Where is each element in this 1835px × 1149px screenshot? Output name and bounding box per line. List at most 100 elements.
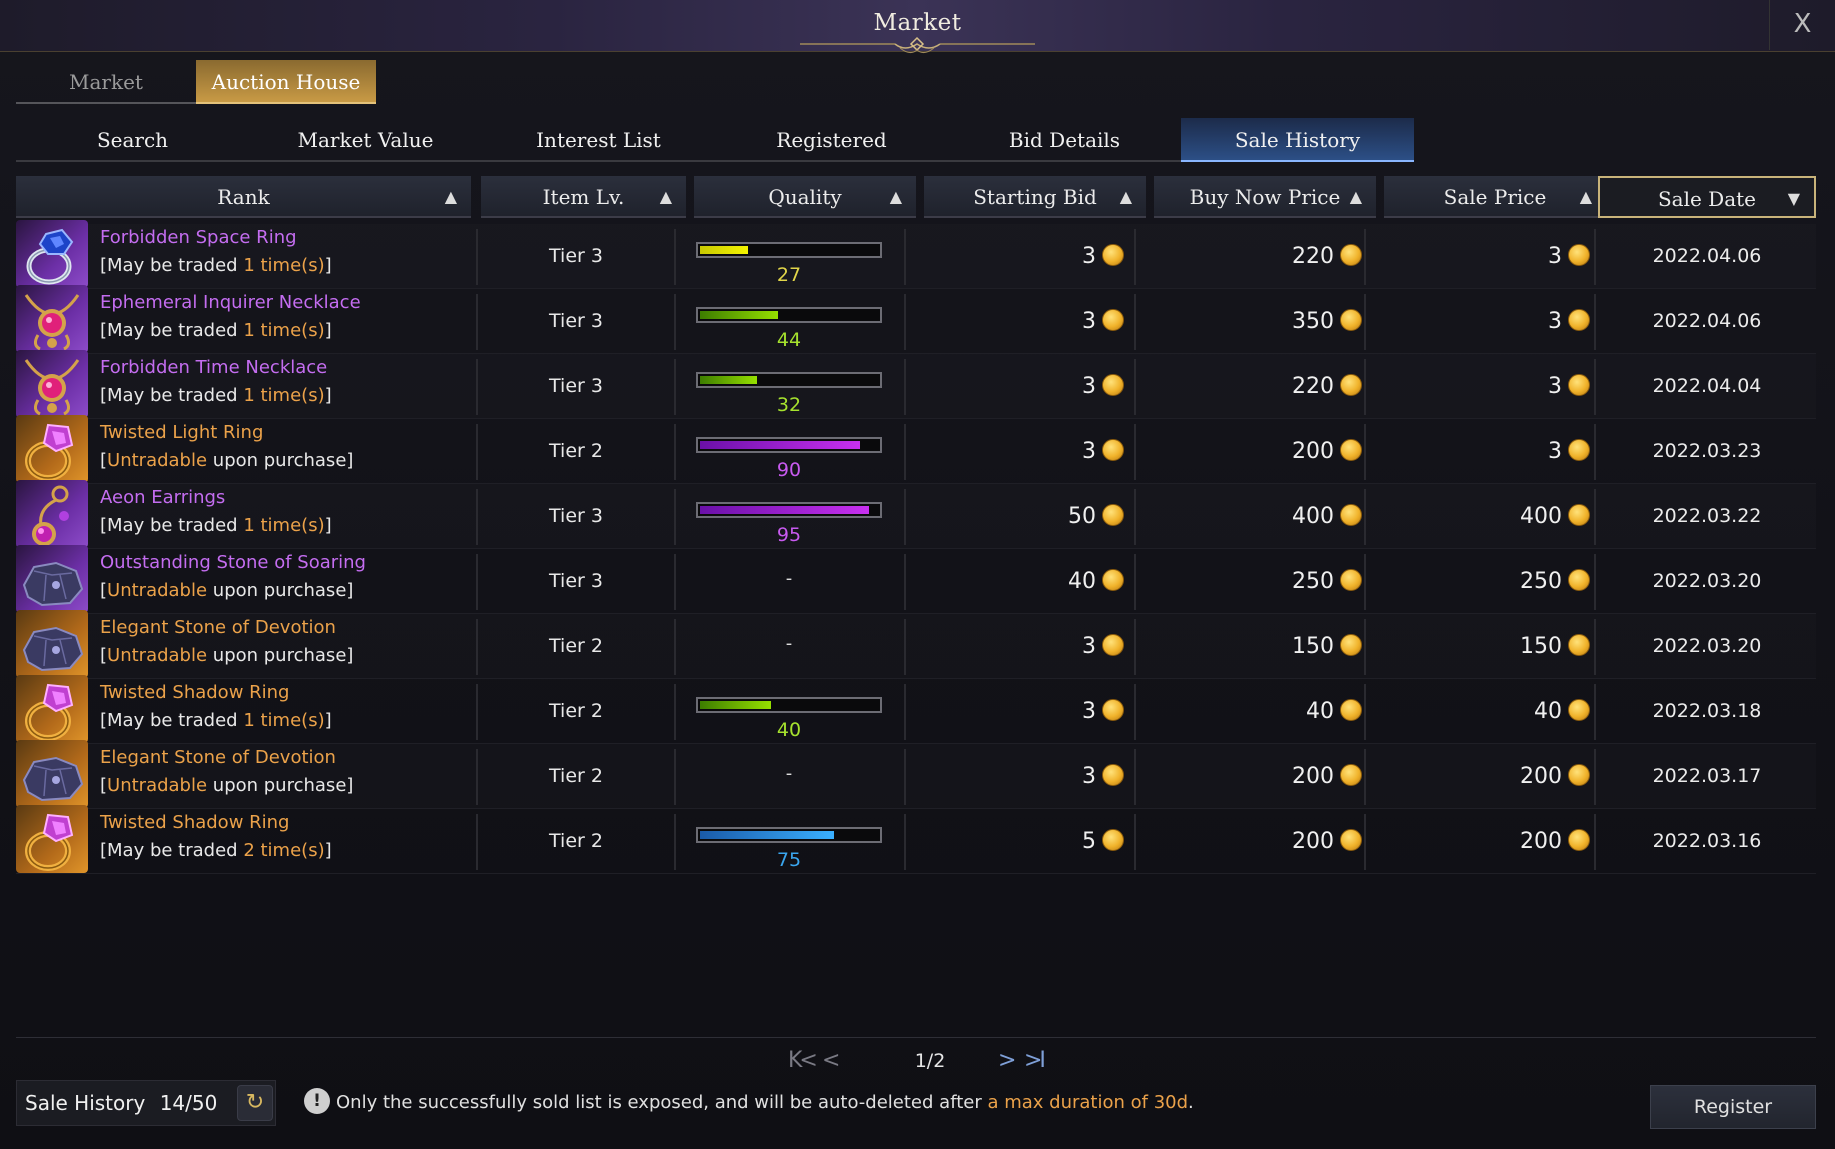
sale-price-value: 3 [1548, 439, 1562, 464]
title-ornament-icon [800, 36, 1035, 54]
trade-suffix: ] [324, 840, 332, 861]
starting-bid: 3 [924, 679, 1124, 744]
column-label: Sale Date [1657, 187, 1757, 211]
trade-suffix: ] [324, 515, 332, 536]
column-header-sale-price[interactable]: Sale Price ▲ [1384, 176, 1606, 218]
item-icon-frame[interactable] [16, 415, 88, 483]
column-header-item-level[interactable]: Item Lv. ▲ [481, 176, 686, 218]
gold-coin-icon [1102, 374, 1124, 396]
subtab-sale-history[interactable]: Sale History [1181, 118, 1414, 162]
item-icon-frame[interactable] [16, 285, 88, 353]
column-header-starting-bid[interactable]: Starting Bid ▲ [924, 176, 1146, 218]
table-row[interactable]: Forbidden Space Ring [May be traded 1 ti… [16, 220, 1816, 289]
sale-price: 250 [1384, 549, 1590, 614]
item-icon-frame[interactable] [16, 480, 88, 548]
item-info: Forbidden Space Ring [May be traded 1 ti… [100, 224, 480, 280]
subtab-interest-list[interactable]: Interest List [482, 118, 715, 162]
subtab-market-value[interactable]: Market Value [249, 118, 482, 162]
table-row[interactable]: Elegant Stone of Devotion [Untradable up… [16, 610, 1816, 679]
gold-coin-icon [1340, 309, 1362, 331]
gold-coin-icon [1568, 244, 1590, 266]
table-row[interactable]: Twisted Light Ring [Untradable upon purc… [16, 415, 1816, 484]
item-name[interactable]: Outstanding Stone of Soaring [100, 549, 480, 577]
column-header-sale-date[interactable]: Sale Date ▼ [1598, 176, 1816, 218]
quality-bar [696, 372, 882, 388]
table-row[interactable]: Aeon Earrings [May be traded 1 time(s)] … [16, 480, 1816, 549]
column-label: Quality [768, 185, 842, 209]
item-icon-frame[interactable] [16, 805, 88, 873]
subtab-bid-details[interactable]: Bid Details [948, 118, 1181, 162]
column-divider [476, 554, 478, 610]
column-label: Item Lv. [542, 185, 625, 209]
quality-value: 44 [776, 329, 802, 351]
trade-status: [Untradable upon purchase] [100, 772, 480, 800]
column-divider [1134, 359, 1136, 415]
item-name[interactable]: Ephemeral Inquirer Necklace [100, 289, 480, 317]
main-tabs: Market Auction House [16, 60, 376, 104]
column-divider [904, 229, 906, 285]
quality-cell: 44 [696, 307, 882, 357]
starting-bid-value: 5 [1082, 829, 1096, 854]
table-row[interactable]: Twisted Shadow Ring [May be traded 2 tim… [16, 805, 1816, 877]
table-row[interactable]: Ephemeral Inquirer Necklace [May be trad… [16, 285, 1816, 357]
column-divider [674, 359, 676, 415]
column-divider [1364, 294, 1366, 350]
item-icon-frame[interactable] [16, 350, 88, 418]
starting-bid: 5 [924, 809, 1124, 874]
item-name[interactable]: Forbidden Space Ring [100, 224, 480, 252]
column-divider [1594, 684, 1596, 740]
column-divider [674, 424, 676, 480]
column-divider [1134, 684, 1136, 740]
item-icon-frame[interactable] [16, 740, 88, 808]
quality-cell: 75 [696, 827, 882, 877]
subtab-registered[interactable]: Registered [715, 118, 948, 162]
column-header-rank[interactable]: Rank ▲ [16, 176, 471, 218]
refresh-button[interactable]: ↻ [237, 1085, 273, 1121]
subtab-search[interactable]: Search [16, 118, 249, 162]
item-icon-frame[interactable] [16, 220, 88, 288]
trade-suffix: ] [324, 255, 332, 276]
table-row[interactable]: Forbidden Time Necklace [May be traded 1… [16, 350, 1816, 419]
gold-coin-icon [1340, 829, 1362, 851]
next-page-button[interactable]: > [998, 1048, 1017, 1073]
gold-coin-icon [1102, 569, 1124, 591]
buy-now-value: 400 [1292, 504, 1334, 529]
item-info: Elegant Stone of Devotion [Untradable up… [100, 614, 480, 670]
item-icon-frame[interactable] [16, 610, 88, 678]
register-button[interactable]: Register [1650, 1085, 1816, 1129]
sale-price-value: 40 [1534, 699, 1562, 724]
item-info: Twisted Shadow Ring [May be traded 1 tim… [100, 679, 480, 735]
market-window: Market X Market Auction House Search Mar… [0, 0, 1835, 1149]
column-header-buy-now-price[interactable]: Buy Now Price ▲ [1154, 176, 1376, 218]
item-name[interactable]: Aeon Earrings [100, 484, 480, 512]
item-name[interactable]: Twisted Shadow Ring [100, 809, 480, 837]
table-row[interactable]: Outstanding Stone of Soaring [Untradable… [16, 545, 1816, 614]
table-row[interactable]: Twisted Shadow Ring [May be traded 1 tim… [16, 675, 1816, 744]
history-label: Sale History [25, 1091, 146, 1115]
starting-bid-value: 3 [1082, 309, 1096, 334]
gold-coin-icon [1102, 634, 1124, 656]
item-icon-frame[interactable] [16, 545, 88, 613]
close-button[interactable]: X [1769, 0, 1835, 50]
column-divider [476, 229, 478, 285]
item-name[interactable]: Forbidden Time Necklace [100, 354, 480, 382]
last-page-button[interactable]: >I [1024, 1048, 1046, 1073]
item-name[interactable]: Twisted Light Ring [100, 419, 480, 447]
prev-page-button[interactable]: < [822, 1048, 841, 1073]
item-name[interactable]: Elegant Stone of Devotion [100, 744, 480, 772]
sale-price: 400 [1384, 484, 1590, 549]
tab-market[interactable]: Market [16, 60, 196, 104]
column-divider [674, 684, 676, 740]
column-header-quality[interactable]: Quality ▲ [694, 176, 916, 218]
trade-status: [Untradable upon purchase] [100, 577, 480, 605]
gold-coin-icon [1102, 699, 1124, 721]
tab-auction-house[interactable]: Auction House [196, 60, 376, 104]
first-page-button[interactable]: K< [788, 1048, 818, 1073]
table-row[interactable]: Elegant Stone of Devotion [Untradable up… [16, 740, 1816, 809]
starting-bid-value: 50 [1068, 504, 1096, 529]
item-name[interactable]: Elegant Stone of Devotion [100, 614, 480, 642]
item-name[interactable]: Twisted Shadow Ring [100, 679, 480, 707]
sale-price-value: 3 [1548, 244, 1562, 269]
gold-coin-icon [1568, 699, 1590, 721]
item-icon-frame[interactable] [16, 675, 88, 743]
